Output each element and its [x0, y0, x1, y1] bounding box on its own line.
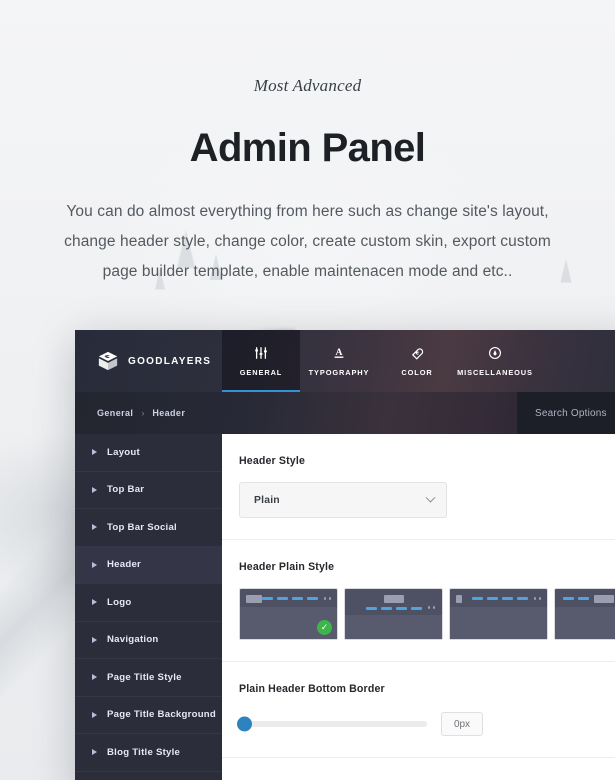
thumb-body [555, 607, 615, 639]
tab-label: MISCELLANEOUS [457, 368, 533, 377]
style-option-logo-center-nav-split[interactable] [554, 588, 615, 640]
sliders-icon [254, 345, 268, 361]
thumb-icon-dots [533, 597, 541, 600]
tab-general[interactable]: GENERAL [222, 330, 300, 392]
caret-right-icon [92, 674, 97, 681]
sidebar-item-label: Logo [107, 596, 132, 608]
caret-right-icon [92, 486, 97, 493]
admin-panel-body: Layout Top Bar Top Bar Social Header Log… [75, 434, 615, 780]
sidebar-item-label: Page Title Background [107, 709, 217, 721]
breadcrumb-separator-icon: › [141, 408, 145, 418]
admin-sidebar: Layout Top Bar Top Bar Social Header Log… [75, 434, 222, 780]
admin-top-tabs: GENERAL A TYPOGRAPHY COLOR MISCELLANEOUS [222, 330, 534, 392]
style-option-logo-center-nav-below[interactable] [344, 588, 443, 640]
circle-pen-icon [488, 345, 502, 361]
caret-right-icon [92, 599, 97, 606]
hero-section: Most Advanced Admin Panel You can do alm… [0, 0, 615, 287]
border-slider-row: 0px [237, 712, 615, 736]
sidebar-item-page-title-style[interactable]: Page Title Style [75, 659, 222, 697]
sidebar-item-label: Navigation [107, 634, 159, 646]
breadcrumb: General › Header [75, 408, 185, 418]
thumb-logo-block [246, 594, 262, 603]
sidebar-item-top-bar-social[interactable]: Top Bar Social [75, 509, 222, 547]
search-options-input[interactable]: Search Options [517, 392, 615, 434]
page-title: Admin Panel [189, 126, 426, 170]
thumb-logo-block [593, 594, 614, 603]
header-style-select[interactable]: Plain [239, 482, 447, 518]
tab-label: COLOR [401, 368, 433, 377]
tab-typography[interactable]: A TYPOGRAPHY [300, 330, 378, 392]
tab-miscellaneous[interactable]: MISCELLANEOUS [456, 330, 534, 392]
sidebar-item-navigation[interactable]: Navigation [75, 622, 222, 659]
thumb-icon-dots [427, 606, 435, 609]
sidebar-item-top-bar[interactable]: Top Bar [75, 472, 222, 509]
tab-label: TYPOGRAPHY [308, 368, 370, 377]
field-label: Header Plain Style [239, 561, 335, 573]
thumb-logo-block [456, 594, 462, 603]
caret-right-icon [92, 711, 97, 718]
select-value: Plain [254, 494, 280, 506]
sidebar-item-page-title-background[interactable]: Page Title Background [75, 697, 222, 734]
field-header-nav-background-style: Header/Navigation Background Style [222, 758, 615, 780]
field-label: Header Style [239, 455, 305, 467]
thumb-nav-links [471, 597, 528, 600]
tab-label: GENERAL [239, 368, 283, 377]
sidebar-item-label: Top Bar [107, 484, 145, 496]
tab-color[interactable]: COLOR [378, 330, 456, 392]
sidebar-item-label: Layout [107, 446, 140, 458]
brand-logo[interactable]: GOODLAYERS [75, 330, 222, 392]
sidebar-item-label: Header [107, 559, 142, 571]
caret-right-icon [92, 749, 97, 756]
style-option-logo-left-nav-inline[interactable] [449, 588, 548, 640]
chevron-down-icon [425, 492, 436, 503]
sidebar-item-layout[interactable]: Layout [75, 434, 222, 472]
color-palette-icon [410, 345, 425, 361]
goodlayers-cube-icon [98, 351, 118, 371]
style-option-logo-left-nav-right[interactable]: ✓ [239, 588, 338, 640]
thumb-body [450, 607, 547, 639]
brand-name: GOODLAYERS [128, 355, 212, 367]
breadcrumb-current[interactable]: Header [152, 408, 185, 418]
border-slider[interactable] [237, 716, 427, 732]
caret-right-icon [92, 636, 97, 643]
field-plain-header-bottom-border: Plain Header Bottom Border 0px [222, 662, 615, 758]
letter-a-underline-icon: A [332, 345, 346, 361]
sidebar-item-label: Page Title Style [107, 671, 182, 683]
slider-value[interactable]: 0px [441, 712, 483, 736]
field-header-style: Header Style Plain [222, 434, 615, 540]
hero-description: You can do almost everything from here s… [64, 203, 551, 280]
sidebar-item-logo[interactable]: Logo [75, 584, 222, 622]
breadcrumb-parent[interactable]: General [97, 408, 133, 418]
caret-right-icon [92, 561, 97, 568]
slider-handle[interactable] [237, 716, 252, 732]
admin-content: Header Style Plain Header Plain Style ✓ … [222, 434, 615, 780]
caret-right-icon [92, 524, 97, 531]
caret-right-icon [92, 449, 97, 456]
thumb-body [345, 615, 442, 639]
thumb-icon-dots [323, 597, 331, 600]
field-header-plain-style: Header Plain Style ✓ [222, 540, 615, 662]
admin-panel-topbar: GOODLAYERS GENERAL A TYPOGRAPHY COLOR MI… [75, 330, 615, 392]
selected-check-icon: ✓ [317, 620, 332, 635]
sidebar-item-label: Top Bar Social [107, 521, 177, 533]
breadcrumb-bar: General › Header Search Options [75, 392, 615, 434]
header-plain-style-options: ✓ [239, 588, 615, 640]
sidebar-item-header[interactable]: Header [75, 546, 222, 584]
thumb-nav-links [562, 597, 589, 600]
hero-kicker: Most Advanced [253, 76, 362, 95]
thumb-logo-block [383, 594, 404, 603]
thumb-nav-links [351, 607, 436, 610]
sidebar-item-blog-title-style[interactable]: Blog Title Style [75, 734, 222, 772]
admin-panel-screenshot: GOODLAYERS GENERAL A TYPOGRAPHY COLOR MI… [75, 330, 615, 780]
sidebar-item-label: Blog Title Style [107, 746, 181, 758]
thumb-nav-links [261, 597, 318, 600]
field-label: Plain Header Bottom Border [239, 683, 385, 695]
